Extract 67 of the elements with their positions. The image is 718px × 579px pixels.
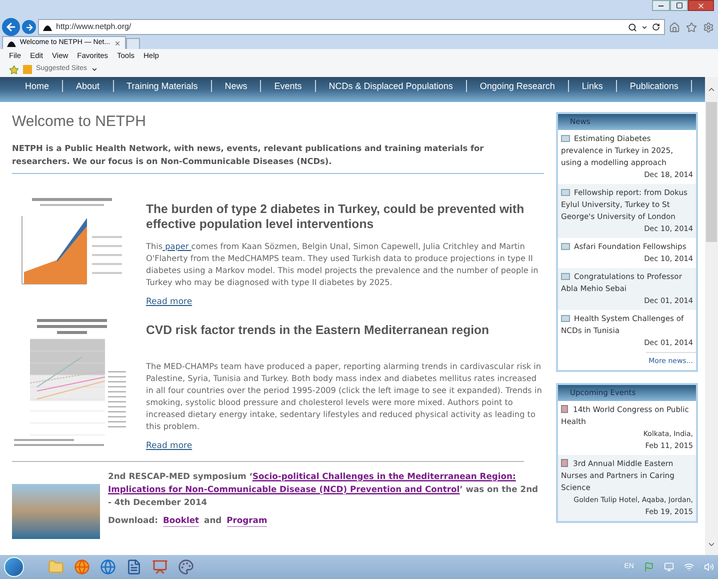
- read-more-link[interactable]: Read more: [146, 296, 192, 309]
- text-link[interactable]: Implications for Non-Communicable Disease (NCD) Prevention and Control: [108, 484, 460, 494]
- minimize-button[interactable]: [652, 0, 670, 11]
- presentation-icon[interactable]: [152, 559, 168, 575]
- browser-icon[interactable]: [74, 559, 90, 575]
- text-link[interactable]: Socio-political Challenges in the Mediterranean Region:: [252, 470, 516, 482]
- newspaper-icon: [561, 243, 570, 250]
- scrollbar[interactable]: [705, 77, 718, 555]
- scroll-up-icon[interactable]: [707, 85, 716, 94]
- refresh-icon[interactable]: [652, 23, 660, 31]
- newspaper-icon: [561, 273, 570, 280]
- scroll-down-icon[interactable]: [707, 540, 716, 549]
- calendar-icon: [561, 405, 568, 414]
- maximize-button[interactable]: [670, 0, 688, 11]
- site-icon: [7, 39, 16, 47]
- article-text: The MED-CHAMPs team have produced a paper, reporting alarming trends in cardivascular risk in Palestine, Syria, Tunisia and Turkey. Both body mass index and diabetes mellitus rates increased in all four countries over the period 1995-2009 (click the left image to see it expanded). Trends in smoking, systolic blood pressure and cholesterol levels were more mixed. Authors point to increased dietary energy intake, sedentary lifestyles and reduced physical activity as leading to this problem.: [146, 360, 543, 432]
- nav-link[interactable]: Ongoing Research: [466, 80, 569, 92]
- download-label: Download:: [108, 514, 158, 526]
- search-icon[interactable]: [628, 22, 637, 32]
- address-bar[interactable]: http://www.netph.org/: [38, 19, 665, 35]
- caret-icon[interactable]: [641, 24, 648, 30]
- calendar-icon: [561, 459, 568, 468]
- read-more-link[interactable]: Read more: [146, 440, 192, 452]
- scroll-thumb[interactable]: [706, 102, 717, 242]
- nav-link[interactable]: Training Materials: [114, 80, 212, 92]
- network-icon[interactable]: [664, 562, 674, 572]
- newspaper-icon: [561, 189, 570, 196]
- paint-icon[interactable]: [178, 559, 194, 575]
- close-icon: [697, 2, 705, 10]
- article-title[interactable]: CVD risk factor trends in the Eastern Mediterranean region: [146, 322, 544, 338]
- document-icon[interactable]: [126, 559, 142, 575]
- download-link[interactable]: Booklet: [163, 514, 200, 528]
- forward-arrow-icon: [24, 22, 34, 32]
- nav-link[interactable]: Links: [568, 80, 617, 92]
- close-icon[interactable]: [114, 40, 121, 46]
- newspaper-icon: [561, 315, 570, 322]
- nav-link[interactable]: Home: [12, 80, 64, 92]
- forward-button[interactable]: [22, 20, 36, 34]
- conjunction-text: and: [204, 514, 222, 526]
- caret-icon[interactable]: [90, 66, 98, 73]
- page-title: Welcome to NETPH: [12, 112, 147, 132]
- new-tab-button[interactable]: [126, 38, 140, 49]
- home-icon[interactable]: [669, 22, 680, 32]
- maximize-icon: [676, 2, 682, 9]
- newspaper-icon: [561, 135, 570, 142]
- nav-link[interactable]: About: [63, 80, 114, 92]
- url-text: http://www.netph.org/: [56, 21, 132, 33]
- site-icon: [43, 23, 52, 31]
- article-text: This paper comes from Kaan Sözmen, Belgin Unal, Simon Capewell, Julia Critchley and Martin O'Flaherty from the MedCHAMPS team. They used Turkish data to produce projections in type II diabetes using a Markov model. This model projects the prevalence and the number of people in Turkey who may be diagnosed with type II diabetes by 2025.: [146, 240, 540, 288]
- browser-icon[interactable]: [100, 559, 116, 575]
- back-button[interactable]: [2, 18, 20, 36]
- volume-icon[interactable]: [704, 562, 714, 572]
- settings-icon[interactable]: [703, 22, 714, 32]
- wifi-icon[interactable]: [684, 562, 694, 572]
- nav-link[interactable]: NCDs & Displaced Populations: [316, 80, 467, 92]
- favorites-icon[interactable]: [686, 22, 697, 32]
- favorites-icon[interactable]: [9, 64, 19, 74]
- nav-link[interactable]: News: [212, 80, 262, 92]
- article-title[interactable]: The burden of type 2 diabetes in Turkey, could be prevented with effective population level interventions: [146, 202, 544, 232]
- start-button[interactable]: [4, 557, 24, 577]
- back-arrow-icon: [5, 21, 17, 33]
- text-link[interactable]: paper: [162, 241, 192, 251]
- event-announcement: 2nd RESCAP-MED symposium ‘Socio-political Challenges in the Mediterranean Region: Implications for Non-Communicable Disease (NCD) Prevention and Control’ was on the 2nd - 4th December 2014: [108, 470, 540, 508]
- download-link[interactable]: Program: [226, 514, 268, 528]
- nav-link[interactable]: Publications: [616, 80, 692, 92]
- intro-text: NETPH is a Public Health Network, with news, events, relevant publications and training materials for researchers. We our focus is on Non-Communicable Diseases (NCDs).: [12, 142, 544, 174]
- nav-link[interactable]: Events: [261, 80, 316, 92]
